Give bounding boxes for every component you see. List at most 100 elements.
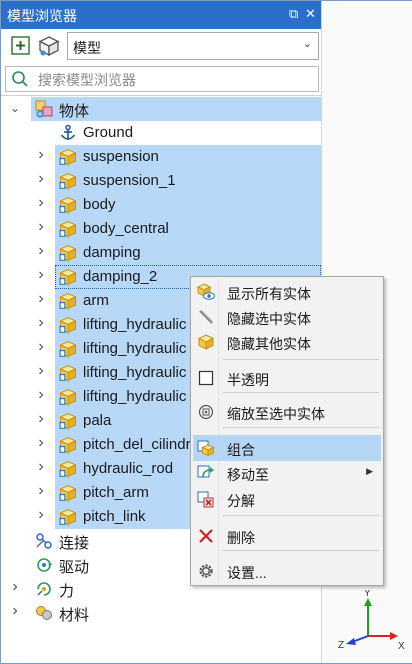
filter-select[interactable]: 模型 ⌄ xyxy=(67,32,319,60)
tree-node-label: pitch_del_cilindro xyxy=(83,436,199,453)
tree-node-label: damping_2 xyxy=(83,268,158,285)
body-part-icon xyxy=(59,172,77,190)
chevron-right-icon[interactable]: › xyxy=(35,242,47,260)
tree-node-body[interactable]: › damping xyxy=(1,241,321,265)
material-icon xyxy=(35,604,53,622)
menu-item-delete[interactable]: 删除 xyxy=(193,523,381,549)
submenu-arrow-icon: ▶ xyxy=(366,466,373,476)
menu-item-group[interactable]: 组合 xyxy=(193,435,381,461)
menu-item-hide-selected[interactable]: 隐藏选中实体 xyxy=(193,304,381,330)
chevron-right-icon[interactable]: › xyxy=(35,386,47,404)
tree-node-label: pitch_link xyxy=(83,508,146,525)
settings-icon xyxy=(197,562,215,580)
checkbox-icon xyxy=(197,369,215,387)
body-part-icon xyxy=(59,364,77,382)
chevron-down-icon: ⌄ xyxy=(302,38,312,50)
restore-button[interactable]: ⧉ xyxy=(289,6,298,22)
ungroup-icon xyxy=(197,490,215,508)
chevron-right-icon[interactable]: › xyxy=(35,482,47,500)
tree-node-bodies[interactable]: ⌄ 物体 xyxy=(1,97,321,121)
cube-view-icon[interactable] xyxy=(37,34,61,58)
filter-select-value: 模型 xyxy=(73,40,101,56)
menu-item-label: 半透明 xyxy=(227,372,269,388)
chevron-right-icon[interactable]: › xyxy=(35,362,47,380)
move-to-icon xyxy=(197,464,215,482)
force-icon xyxy=(35,580,53,598)
tree-node-label: lifting_hydraulic xyxy=(83,388,187,405)
tree-node-label: suspension xyxy=(83,148,159,165)
tree-node-label: body_central xyxy=(83,220,169,237)
menu-item-label: 分解 xyxy=(227,493,255,509)
chevron-right-icon[interactable]: › xyxy=(9,602,21,620)
chevron-right-icon[interactable]: › xyxy=(9,578,21,596)
chevron-right-icon[interactable]: › xyxy=(35,410,47,428)
title-bar: 模型浏览器 ⧉ ✕ xyxy=(1,1,321,29)
chevron-right-icon[interactable]: › xyxy=(35,338,47,356)
chevron-right-icon[interactable]: › xyxy=(35,170,47,188)
tree-node-label: arm xyxy=(83,292,109,309)
chevron-right-icon[interactable]: › xyxy=(35,458,47,476)
tree-node-body[interactable]: › suspension_1 xyxy=(1,169,321,193)
chevron-right-icon[interactable]: › xyxy=(35,266,47,284)
drive-icon xyxy=(35,556,53,574)
tree-node-group[interactable]: › 材料 xyxy=(1,601,321,625)
body-part-icon xyxy=(59,196,77,214)
chevron-right-icon[interactable]: › xyxy=(35,314,47,332)
search-box[interactable] xyxy=(5,66,319,92)
add-item-icon[interactable] xyxy=(9,34,33,58)
tree-node-label: 材料 xyxy=(59,607,90,624)
chevron-down-icon[interactable]: ⌄ xyxy=(9,101,21,115)
tree-node-body[interactable]: › body xyxy=(1,193,321,217)
close-button[interactable]: ✕ xyxy=(305,6,316,22)
menu-item-label: 设置... xyxy=(227,565,267,581)
chevron-right-icon[interactable]: › xyxy=(35,506,47,524)
menu-item-ungroup[interactable]: 分解 xyxy=(193,486,381,512)
body-part-icon xyxy=(59,220,77,238)
tree-node-label: pitch_arm xyxy=(83,484,149,501)
search-input[interactable] xyxy=(36,69,310,91)
menu-item-zoom-fit[interactable]: 缩放至选中实体 xyxy=(193,399,381,425)
menu-item-label: 显示所有实体 xyxy=(227,286,311,302)
zoom-fit-icon xyxy=(197,403,215,421)
menu-separator xyxy=(223,427,379,428)
tree-node-body[interactable]: › suspension xyxy=(1,145,321,169)
menu-item-settings[interactable]: 设置... xyxy=(193,558,381,584)
menu-separator xyxy=(223,515,379,516)
chevron-right-icon[interactable]: › xyxy=(35,434,47,452)
context-menu: 显示所有实体 隐藏选中实体 隐藏其他实体 半透明缩放至选中实体组合 移动至 ▶ 分解删除设置… xyxy=(190,276,384,586)
menu-item-label: 缩放至选中实体 xyxy=(227,406,325,422)
menu-item-checkbox[interactable]: 半透明 xyxy=(193,365,381,391)
tree-node-label: lifting_hydraulic xyxy=(83,364,187,381)
menu-item-show-all[interactable]: 显示所有实体 xyxy=(193,279,381,305)
show-all-icon xyxy=(196,283,215,301)
menu-item-hide-others[interactable]: 隐藏其他实体 xyxy=(193,329,381,355)
chevron-right-icon[interactable]: › xyxy=(35,194,47,212)
chevron-right-icon[interactable]: › xyxy=(35,146,47,164)
axis-x-label: X xyxy=(398,641,405,652)
tree-node-body[interactable]: › body_central xyxy=(1,217,321,241)
menu-item-label: 隐藏其他实体 xyxy=(227,336,311,352)
tree-node-label: suspension_1 xyxy=(83,172,176,189)
tree-node-label: 连接 xyxy=(59,535,90,552)
parts-icon xyxy=(35,100,53,118)
body-part-icon xyxy=(59,436,77,454)
menu-item-move-to[interactable]: 移动至 ▶ xyxy=(193,460,381,486)
axis-z-label: Z xyxy=(338,640,344,651)
chevron-right-icon[interactable]: › xyxy=(35,218,47,236)
chevron-right-icon[interactable]: › xyxy=(35,290,47,308)
anchor-icon xyxy=(59,124,77,142)
tree-node-label: lifting_hydraulic xyxy=(83,340,187,357)
hide-others-icon xyxy=(197,333,215,351)
menu-item-label: 隐藏选中实体 xyxy=(227,311,311,327)
joint-icon xyxy=(35,532,53,550)
tree-node-label: pala xyxy=(83,412,112,429)
menu-item-label: 删除 xyxy=(227,530,255,546)
tree-node-ground[interactable]: Ground xyxy=(1,121,321,145)
axis-y-label: Y xyxy=(364,590,371,599)
menu-separator xyxy=(223,550,379,551)
hide-selected-icon xyxy=(197,308,215,326)
tree-node-label: hydraulic_rod xyxy=(83,460,174,477)
menu-separator xyxy=(223,392,379,393)
body-part-icon xyxy=(59,244,77,262)
tree-node-label: body xyxy=(83,196,116,213)
